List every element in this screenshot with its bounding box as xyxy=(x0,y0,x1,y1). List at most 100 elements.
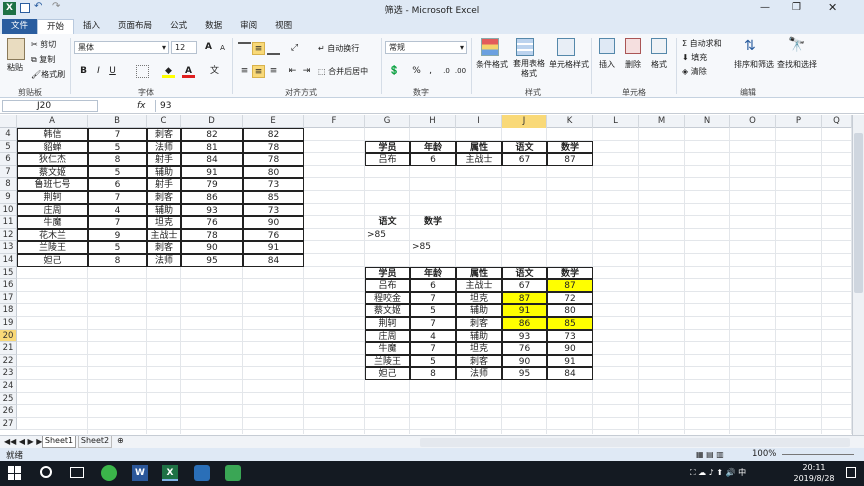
row-header[interactable]: 18 xyxy=(0,304,17,317)
table-cell[interactable]: 法师 xyxy=(147,254,181,267)
horizontal-scrollbar[interactable] xyxy=(420,438,850,447)
currency-icon[interactable]: 💲 xyxy=(388,65,401,78)
scroll-thumb[interactable] xyxy=(854,133,863,293)
table-cell[interactable]: 4 xyxy=(410,329,456,343)
align-right-icon[interactable]: ≡ xyxy=(267,65,280,78)
table-cell[interactable]: 8 xyxy=(88,153,147,166)
search-icon[interactable] xyxy=(40,466,52,478)
zoom-slider[interactable] xyxy=(782,454,854,455)
delete-cells-button[interactable]: 删除 xyxy=(625,59,641,70)
windows-start-icon[interactable] xyxy=(8,466,22,480)
row-header[interactable]: 4 xyxy=(0,128,17,141)
table-cell[interactable]: 坦克 xyxy=(456,342,502,355)
table-cell[interactable]: 80 xyxy=(243,165,304,179)
tab-data[interactable]: 数据 xyxy=(196,19,231,34)
table-cell[interactable]: 84 xyxy=(243,254,304,267)
column-header[interactable]: H xyxy=(410,115,456,128)
table-cell[interactable]: 90 xyxy=(547,342,593,355)
column-header[interactable]: M xyxy=(639,115,685,128)
table-cell[interactable]: 庄周 xyxy=(365,329,410,343)
criteria-header[interactable]: 数学 xyxy=(410,216,456,229)
row-header[interactable]: 27 xyxy=(0,417,17,431)
table-cell[interactable]: 7 xyxy=(410,342,456,355)
table-cell[interactable]: 9 xyxy=(88,228,147,242)
clock-time[interactable]: 20:11 xyxy=(796,463,832,472)
tab-file[interactable]: 文件 xyxy=(2,19,38,34)
table-cell[interactable]: 花木兰 xyxy=(17,228,88,242)
table-cell[interactable]: 76 xyxy=(181,216,243,229)
zoom-level[interactable]: 100% xyxy=(752,449,776,459)
insert-cells-button[interactable]: 插入 xyxy=(599,59,615,70)
table-cell[interactable]: 辅助 xyxy=(147,165,181,179)
table-cell[interactable]: 刺客 xyxy=(147,241,181,254)
select-all-corner[interactable] xyxy=(0,115,17,128)
table-cell[interactable]: 蔡文姬 xyxy=(365,304,410,317)
format-as-table-button[interactable]: 套用表格格式 xyxy=(510,59,548,79)
paste-icon[interactable] xyxy=(7,38,25,60)
fill-color-icon[interactable]: ◆ xyxy=(162,65,175,78)
name-box[interactable]: J20 xyxy=(2,100,98,112)
grow-font-button[interactable]: A xyxy=(202,41,215,54)
table-cell[interactable]: 庄周 xyxy=(17,203,88,217)
table-cell[interactable]: 辅助 xyxy=(456,304,502,317)
paste-button[interactable]: 粘贴 xyxy=(7,62,23,73)
table-cell[interactable]: 73 xyxy=(243,203,304,217)
italic-button[interactable]: I xyxy=(92,65,105,78)
new-sheet-icon[interactable]: ⊕ xyxy=(117,436,124,445)
table-cell[interactable]: 90 xyxy=(502,354,547,368)
table-cell[interactable]: 91 xyxy=(502,304,547,317)
column-header[interactable]: I xyxy=(456,115,502,128)
header-cell[interactable]: 学员 xyxy=(365,140,410,154)
sheet-tab-sheet1[interactable]: Sheet1 xyxy=(42,436,76,448)
table-cell[interactable]: 貂蝉 xyxy=(17,140,88,154)
table-cell[interactable]: 刺客 xyxy=(147,128,181,141)
tab-insert[interactable]: 插入 xyxy=(74,19,109,34)
table-cell[interactable]: 辅助 xyxy=(147,203,181,217)
row-header[interactable]: 14 xyxy=(0,254,17,267)
table-cell[interactable]: 76 xyxy=(502,342,547,355)
table-cell[interactable]: 刺客 xyxy=(456,354,502,368)
minimize-button[interactable]: — xyxy=(760,2,770,13)
header-cell[interactable]: 属性 xyxy=(456,140,502,154)
table-cell[interactable]: 78 xyxy=(181,228,243,242)
decrease-indent-icon[interactable]: ⇤ xyxy=(286,65,299,78)
fx-label[interactable]: fx xyxy=(137,101,146,111)
number-format-combo[interactable]: 常规 ▾ xyxy=(385,41,467,54)
table-cell[interactable]: 82 xyxy=(181,128,243,141)
table-cell[interactable]: 85 xyxy=(243,191,304,204)
table-cell[interactable]: 79 xyxy=(181,178,243,191)
criteria-value[interactable]: >85 xyxy=(410,241,456,254)
table-cell[interactable]: 牛魔 xyxy=(17,216,88,229)
camtasia-icon[interactable] xyxy=(225,465,241,481)
table-cell[interactable]: 87 xyxy=(547,279,593,292)
column-header[interactable]: Q xyxy=(822,115,852,128)
find-select-icon[interactable]: 🔭 xyxy=(788,37,805,53)
table-cell[interactable]: 82 xyxy=(243,128,304,141)
column-header[interactable]: N xyxy=(685,115,730,128)
table-cell[interactable]: 67 xyxy=(502,153,547,166)
row-header[interactable]: 17 xyxy=(0,291,17,305)
table-cell[interactable]: 牛魔 xyxy=(365,342,410,355)
table-cell[interactable]: 73 xyxy=(243,178,304,191)
criteria-header[interactable]: 语文 xyxy=(365,216,410,229)
table-cell[interactable]: 86 xyxy=(502,317,547,330)
format-cells-icon[interactable] xyxy=(651,38,667,54)
tab-review[interactable]: 审阅 xyxy=(231,19,266,34)
worksheet-grid[interactable]: 4 5 6 7 8 9 10 11 12 13 14 15 16 17 18 19 20 21 22 23 24 25 26… xyxy=(0,128,852,434)
row-header[interactable]: 10 xyxy=(0,203,17,217)
row-header[interactable]: 6 xyxy=(0,153,17,166)
increase-decimal-icon[interactable]: .0 xyxy=(440,65,453,78)
align-middle-icon[interactable]: ≡ xyxy=(252,42,265,55)
find-select-button[interactable]: 查找和选择 xyxy=(777,59,817,70)
table-cell[interactable]: 91 xyxy=(181,165,243,179)
align-center-icon[interactable]: ≡ xyxy=(252,65,265,78)
header-cell[interactable]: 属性 xyxy=(456,266,502,280)
cut-button[interactable]: ✂ 剪切 xyxy=(31,39,56,50)
header-cell[interactable]: 学员 xyxy=(365,266,410,280)
table-cell[interactable]: 7 xyxy=(410,317,456,330)
cell-styles-icon[interactable] xyxy=(557,38,575,56)
row-header[interactable]: 26 xyxy=(0,405,17,418)
row-header[interactable]: 9 xyxy=(0,191,17,204)
table-cell[interactable]: 95 xyxy=(502,367,547,380)
table-cell[interactable]: 刺客 xyxy=(456,317,502,330)
